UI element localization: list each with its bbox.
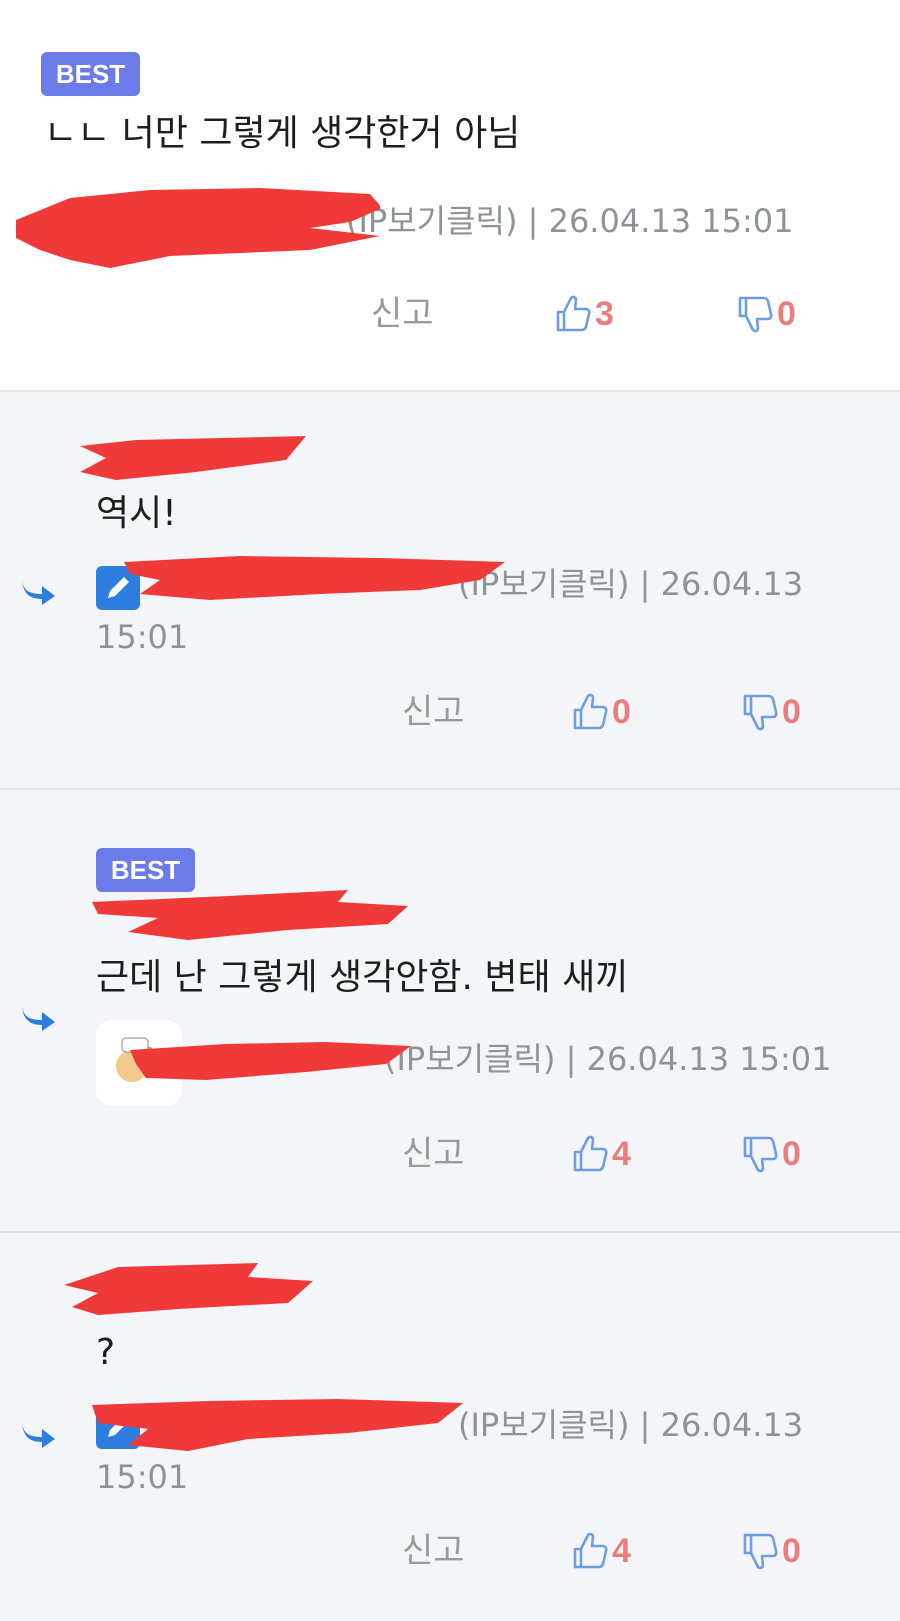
downvote-button[interactable]: 0 [742, 690, 801, 734]
comment-text: ㄴㄴ 너만 그렇게 생각한거 아님 [44, 113, 521, 154]
redaction-mark [80, 436, 306, 480]
thumbs-down-icon [742, 1531, 778, 1571]
redaction-mark [92, 890, 408, 940]
report-button[interactable]: 신고 [402, 1531, 465, 1571]
reply-comment-item: BEST 근데 난 그렇게 생각안함. 변태 새끼 (IP보기클릭) | 26.… [0, 790, 900, 1233]
reply-comment-item: ? (IP보기클릭) | 26.04.13 15:01 신고 4 0 [0, 1233, 900, 1621]
downvote-button[interactable]: 0 [742, 1132, 801, 1176]
comment-meta: (IP보기클릭) | 26.04.13 15:01 [346, 202, 794, 240]
avatar[interactable] [56, 206, 96, 246]
comment-item: BEST ㄴㄴ 너만 그렇게 생각한거 아님 (IP보기클릭) | 26.04.… [0, 0, 900, 392]
downvote-button[interactable]: 0 [737, 292, 796, 336]
comment-text: ? [96, 1332, 116, 1373]
avatar[interactable] [96, 1020, 182, 1106]
upvote-count: 0 [612, 692, 631, 731]
upvote-count: 4 [612, 1531, 631, 1570]
downvote-count: 0 [782, 692, 801, 731]
comment-time: 15:01 [96, 618, 189, 656]
pencil-icon [96, 1405, 140, 1449]
thumbs-down-icon [742, 1134, 778, 1174]
upvote-button[interactable]: 4 [572, 1132, 631, 1176]
thumbs-up-icon [572, 1531, 608, 1571]
redaction-mark [64, 1263, 313, 1315]
thumbs-down-icon [742, 692, 778, 732]
best-badge: BEST [96, 848, 195, 892]
pencil-icon [96, 566, 140, 610]
comment-time: 15:01 [96, 1458, 189, 1496]
thumbs-up-icon [572, 692, 608, 732]
upvote-count: 4 [612, 1134, 631, 1173]
upvote-button[interactable]: 0 [572, 690, 631, 734]
reply-comment-item: 역시! (IP보기클릭) | 26.04.13 15:01 신고 0 0 [0, 392, 900, 790]
redaction-mark [124, 556, 505, 600]
upvote-button[interactable]: 3 [555, 292, 614, 336]
report-button[interactable]: 신고 [402, 1134, 465, 1174]
reply-arrow-icon [18, 998, 58, 1032]
upvote-count: 3 [595, 294, 614, 333]
downvote-count: 0 [777, 294, 796, 333]
redaction-mark [92, 1399, 463, 1451]
thumbs-up-icon [555, 294, 591, 334]
comment-meta: (IP보기클릭) | 26.04.13 [458, 565, 804, 603]
report-button[interactable]: 신고 [371, 294, 434, 334]
comment-meta: (IP보기클릭) | 26.04.13 15:01 [384, 1040, 832, 1078]
downvote-count: 0 [782, 1531, 801, 1570]
comment-meta: (IP보기클릭) | 26.04.13 [458, 1406, 804, 1444]
best-badge: BEST [41, 52, 140, 96]
upvote-button[interactable]: 4 [572, 1529, 631, 1573]
report-button[interactable]: 신고 [402, 692, 465, 732]
thumbs-up-icon [572, 1134, 608, 1174]
downvote-count: 0 [782, 1134, 801, 1173]
reply-arrow-icon [18, 572, 58, 606]
thumbs-down-icon [737, 294, 773, 334]
downvote-button[interactable]: 0 [742, 1529, 801, 1573]
comment-text: 역시! [96, 493, 177, 534]
reply-arrow-icon [18, 1415, 58, 1449]
comment-text: 근데 난 그렇게 생각안함. 변태 새끼 [96, 957, 629, 998]
